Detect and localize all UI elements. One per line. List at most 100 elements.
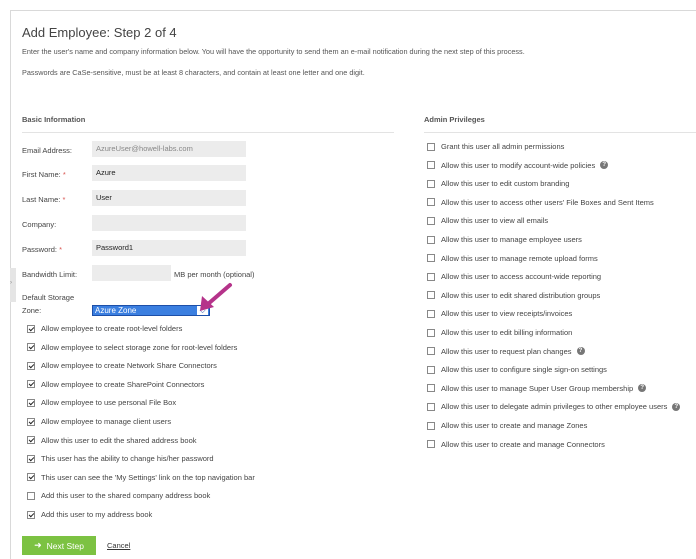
admin-privilege-row[interactable]: Allow this user to request plan changes?	[427, 347, 585, 356]
checkbox-checked[interactable]	[27, 436, 35, 445]
employee-option-row[interactable]: Allow employee to use personal File Box	[27, 398, 176, 407]
admin-privilege-row[interactable]: Allow this user to manage Super User Gro…	[427, 383, 647, 393]
checkbox-checked[interactable]	[27, 343, 35, 352]
checkbox-unchecked[interactable]	[427, 216, 435, 225]
first-name-input[interactable]: Azure	[92, 165, 246, 181]
employee-option-row[interactable]: Allow employee to create root-level fold…	[27, 324, 182, 333]
email-field: AzureUser@howell-labs.com	[92, 141, 246, 157]
checkbox-unchecked[interactable]	[427, 235, 435, 244]
admin-privilege-row[interactable]: Allow this user to access other users' F…	[427, 198, 654, 207]
help-icon[interactable]: ?	[672, 402, 681, 411]
checkbox-unchecked[interactable]	[427, 291, 435, 300]
storage-zone-value: Azure Zone	[95, 306, 137, 315]
employee-option-row[interactable]: Add this user to the shared company addr…	[27, 491, 210, 500]
employee-option-row[interactable]: Allow this user to edit the shared addre…	[27, 436, 197, 445]
help-icon[interactable]: ?	[576, 347, 585, 356]
admin-privilege-label: Allow this user to create and manage Con…	[441, 439, 605, 449]
storage-zone-select[interactable]: Azure Zone ⌵	[92, 305, 210, 316]
checkbox-unchecked[interactable]	[27, 491, 35, 500]
admin-privilege-label: Allow this user to create and manage Zon…	[441, 421, 588, 430]
collapse-tab[interactable]: ›	[10, 268, 16, 302]
bandwidth-input[interactable]	[92, 265, 171, 281]
help-icon[interactable]: ?	[638, 384, 647, 393]
admin-privilege-label: Allow this user to view receipts/invoice…	[441, 309, 573, 319]
employee-option-row[interactable]: Allow employee to create Network Share C…	[27, 361, 217, 370]
admin-privilege-row[interactable]: Allow this user to manage employee users	[427, 235, 582, 244]
checkbox-unchecked[interactable]	[427, 254, 435, 263]
employee-option-row[interactable]: Allow employee to manage client users	[27, 417, 171, 426]
admin-privilege-row[interactable]: Allow this user to create and manage Con…	[427, 440, 605, 449]
checkbox-unchecked[interactable]	[427, 384, 435, 393]
employee-option-row[interactable]: Allow employee to select storage zone fo…	[27, 343, 237, 352]
employee-option-row[interactable]: Add this user to my address book	[27, 510, 152, 519]
next-step-button[interactable]: ➜ Next Step	[22, 536, 96, 555]
admin-privilege-row[interactable]: Allow this user to configure single sign…	[427, 365, 607, 374]
employee-option-row[interactable]: This user can see the 'My Settings' link…	[27, 473, 255, 482]
admin-privilege-row[interactable]: Allow this user to edit shared distribut…	[427, 291, 600, 300]
employee-option-label: Allow employee to use personal File Box	[41, 398, 177, 408]
checkbox-checked[interactable]	[27, 361, 35, 370]
checkbox-unchecked[interactable]	[427, 272, 435, 281]
checkbox-unchecked[interactable]	[427, 347, 435, 356]
checkbox-unchecked[interactable]	[427, 440, 435, 449]
last-name-input[interactable]: User	[92, 190, 246, 206]
admin-privilege-row[interactable]: Allow this user to manage remote upload …	[427, 254, 598, 263]
admin-privilege-label: Allow this user to access account-wide r…	[441, 272, 602, 282]
admin-privilege-row[interactable]: Allow this user to modify account-wide p…	[427, 160, 609, 170]
annotation-arrow-icon	[200, 283, 232, 311]
checkbox-checked[interactable]	[27, 398, 35, 407]
checkbox-checked[interactable]	[27, 454, 35, 463]
employee-option-label: Add this user to the shared company addr…	[41, 491, 211, 501]
checkbox-checked[interactable]	[27, 380, 35, 389]
last-name-label: Last Name: *	[22, 195, 66, 204]
admin-privilege-row[interactable]: Allow this user to view all emails	[427, 216, 548, 225]
password-label: Password: *	[22, 245, 63, 254]
employee-option-label: Allow employee to create Network Share C…	[41, 361, 217, 371]
admin-privilege-row[interactable]: Allow this user to create and manage Zon…	[427, 421, 587, 430]
admin-privilege-row[interactable]: Allow this user to edit billing informat…	[427, 328, 572, 337]
employee-option-row[interactable]: This user has the ability to change his/…	[27, 454, 214, 463]
checkbox-unchecked[interactable]	[427, 328, 435, 337]
intro-text: Enter the user's name and company inform…	[22, 47, 525, 56]
employee-option-label: This user has the ability to change his/…	[41, 454, 214, 464]
admin-privilege-label: Allow this user to manage employee users	[441, 235, 582, 244]
checkbox-unchecked[interactable]	[427, 198, 435, 207]
admin-privilege-label: Allow this user to manage Super User Gro…	[441, 383, 634, 393]
help-icon[interactable]: ?	[600, 161, 609, 170]
basic-divider	[22, 132, 394, 133]
admin-privilege-row[interactable]: Allow this user to delegate admin privil…	[427, 402, 681, 411]
admin-privilege-row[interactable]: Allow this user to edit custom branding	[427, 179, 569, 188]
bandwidth-unit: MB per month (optional)	[174, 270, 255, 279]
employee-option-row[interactable]: Allow employee to create SharePoint Conn…	[27, 380, 204, 389]
employee-option-label: Add this user to my address book	[41, 510, 153, 519]
admin-privilege-label: Allow this user to modify account-wide p…	[441, 160, 596, 170]
checkbox-unchecked[interactable]	[427, 421, 435, 430]
bandwidth-label: Bandwidth Limit:	[22, 270, 78, 279]
employee-option-label: Allow employee to create SharePoint Conn…	[41, 379, 205, 389]
password-rules-text: Passwords are CaSe-sensitive, must be at…	[22, 68, 365, 77]
admin-privilege-row[interactable]: Allow this user to access account-wide r…	[427, 272, 601, 281]
admin-privilege-row[interactable]: Allow this user to view receipts/invoice…	[427, 309, 572, 318]
checkbox-unchecked[interactable]	[427, 402, 435, 411]
checkbox-unchecked[interactable]	[427, 161, 435, 170]
checkbox-checked[interactable]	[27, 473, 35, 482]
admin-privilege-label: Allow this user to manage remote upload …	[441, 253, 598, 263]
zone-label-line2: Zone:	[22, 306, 42, 315]
first-name-label: First Name: *	[22, 170, 66, 179]
admin-privilege-label: Allow this user to edit billing informat…	[441, 328, 573, 337]
checkbox-checked[interactable]	[27, 324, 35, 333]
page-title: Add Employee: Step 2 of 4	[22, 25, 177, 40]
admin-privilege-row[interactable]: Grant this user all admin permissions	[427, 142, 564, 151]
checkbox-checked[interactable]	[27, 510, 35, 519]
admin-divider	[424, 132, 696, 133]
checkbox-unchecked[interactable]	[427, 179, 435, 188]
cancel-link[interactable]: Cancel	[107, 541, 130, 550]
admin-privilege-label: Allow this user to edit shared distribut…	[441, 290, 601, 300]
checkbox-unchecked[interactable]	[427, 365, 435, 374]
checkbox-checked[interactable]	[27, 417, 35, 426]
checkbox-unchecked[interactable]	[427, 142, 435, 151]
checkbox-unchecked[interactable]	[427, 309, 435, 318]
company-input[interactable]	[92, 215, 246, 231]
admin-privilege-label: Allow this user to access other users' F…	[441, 197, 654, 207]
password-input[interactable]: Password1	[92, 240, 246, 256]
